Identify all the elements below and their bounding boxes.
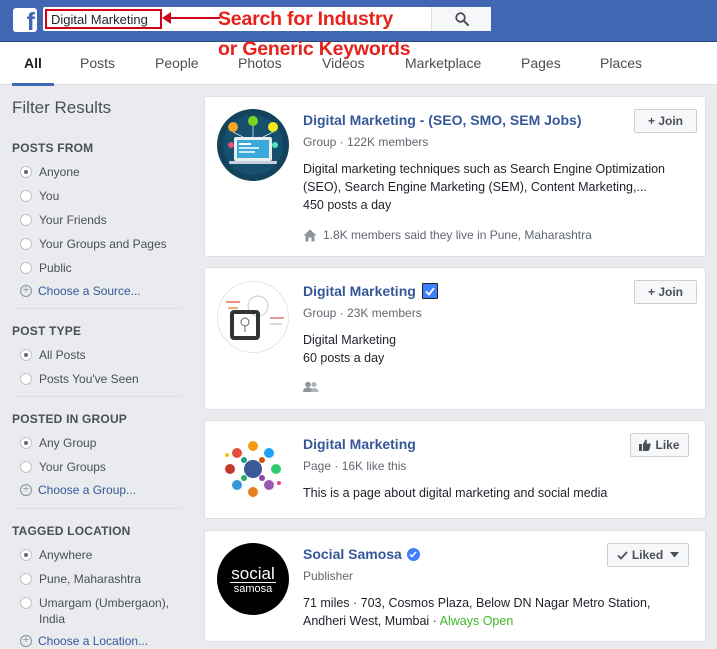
filter-option-anyone[interactable]: Anyone xyxy=(20,164,80,180)
search-icon xyxy=(454,12,469,26)
divider xyxy=(12,308,182,309)
join-group-button[interactable]: + Join xyxy=(634,280,697,304)
result-title-link[interactable]: Digital Marketing xyxy=(303,283,438,299)
join-group-button[interactable]: + Join xyxy=(634,109,697,133)
tagged-location-heading: TAGGED LOCATION xyxy=(12,524,131,538)
open-status: Always Open xyxy=(439,614,514,628)
verified-badge-icon xyxy=(406,547,420,561)
result-card: Digital Marketing - (SEO, SMO, SEM Jobs)… xyxy=(204,96,706,257)
result-title-link[interactable]: Digital Marketing - (SEO, SMO, SEM Jobs) xyxy=(303,112,581,128)
result-description: Digital marketing techniques such as Sea… xyxy=(303,162,665,212)
people-icon xyxy=(303,381,319,392)
radio-icon xyxy=(20,573,32,585)
search-button[interactable] xyxy=(431,7,491,31)
digital-marketing-laptop-icon xyxy=(217,109,289,181)
divider xyxy=(12,508,182,509)
choose-group-link[interactable]: + Choose a Group... xyxy=(20,483,136,497)
filter-title: Filter Results xyxy=(12,98,112,117)
choose-location-link[interactable]: + Choose a Location... xyxy=(20,634,148,648)
verified-check-icon xyxy=(421,283,438,299)
tab-places[interactable]: Places xyxy=(600,42,642,85)
posts-from-heading: POSTS FROM xyxy=(12,141,94,155)
home-icon xyxy=(303,229,317,241)
radio-icon xyxy=(20,238,32,250)
tab-all[interactable]: All xyxy=(12,42,54,86)
filter-option-your-groups-pages[interactable]: Your Groups and Pages xyxy=(20,236,167,252)
result-card: Digital Marketing Page · 16K like this T… xyxy=(204,420,706,519)
radio-icon xyxy=(20,461,32,473)
radio-selected-icon xyxy=(20,349,32,361)
choose-source-link[interactable]: + Choose a Source... xyxy=(20,284,141,298)
search-input[interactable] xyxy=(45,9,162,29)
filter-option-anywhere[interactable]: Anywhere xyxy=(20,547,92,563)
plus-circle-icon: + xyxy=(20,285,32,297)
radio-selected-icon xyxy=(20,166,32,178)
annotation-text: Search for Industry or Generic Keywords xyxy=(218,8,411,60)
filter-option-you[interactable]: You xyxy=(20,188,59,204)
result-description: 71 miles · 703, Cosmos Plaza, Below DN N… xyxy=(303,596,651,628)
social-media-icons-icon xyxy=(217,433,289,505)
annotation-arrow xyxy=(162,12,220,24)
result-meta: Page · 16K like this xyxy=(303,459,407,473)
plus-circle-icon: + xyxy=(20,484,32,496)
group-avatar[interactable] xyxy=(217,281,289,353)
filter-option-your-friends[interactable]: Your Friends xyxy=(20,212,107,228)
result-footer: 1.8K members said they live in Pune, Mah… xyxy=(303,228,592,242)
filter-option-any-group[interactable]: Any Group xyxy=(20,435,96,451)
social-samosa-logo-text: social samosa xyxy=(230,564,276,595)
plus-circle-icon: + xyxy=(20,635,32,647)
result-meta: Group · 23K members xyxy=(303,306,422,320)
digital-marketing-sketch-icon xyxy=(218,282,288,352)
like-page-button[interactable]: Like xyxy=(630,433,689,457)
result-footer xyxy=(303,381,319,393)
page-avatar[interactable] xyxy=(217,433,289,505)
radio-icon xyxy=(20,373,32,385)
filter-sidebar: Filter Results POSTS FROM Anyone You You… xyxy=(0,86,195,649)
result-meta: Group · 122K members xyxy=(303,135,429,149)
result-description: Digital Marketing 60 posts a day xyxy=(303,333,397,365)
radio-icon xyxy=(20,214,32,226)
divider xyxy=(12,396,182,397)
radio-icon xyxy=(20,262,32,274)
filter-option-posts-seen[interactable]: Posts You've Seen xyxy=(20,371,139,387)
result-meta: Publisher xyxy=(303,569,354,583)
result-card: Digital Marketing Group · 23K members Di… xyxy=(204,267,706,410)
group-avatar[interactable] xyxy=(217,109,289,181)
filter-option-your-groups[interactable]: Your Groups xyxy=(20,459,106,475)
liked-page-dropdown-button[interactable]: Liked xyxy=(607,543,689,567)
radio-icon xyxy=(20,597,32,609)
facebook-logo-icon[interactable]: f xyxy=(13,8,37,32)
result-title-link[interactable]: Digital Marketing xyxy=(303,436,416,452)
check-icon xyxy=(617,550,628,560)
thumbs-up-icon xyxy=(639,439,652,451)
tab-people[interactable]: People xyxy=(155,42,199,85)
caret-down-icon xyxy=(670,552,680,558)
filter-option-all-posts[interactable]: All Posts xyxy=(20,347,86,363)
tab-posts[interactable]: Posts xyxy=(80,42,115,85)
radio-selected-icon xyxy=(20,437,32,449)
page-avatar[interactable]: social samosa xyxy=(217,543,289,615)
result-card: social samosa Social Samosa Publisher 71… xyxy=(204,530,706,642)
result-description: This is a page about digital marketing a… xyxy=(303,486,608,500)
posted-in-group-heading: POSTED IN GROUP xyxy=(12,412,128,426)
filter-option-umargam[interactable]: Umargam (Umbergaon), India xyxy=(20,595,170,627)
tab-marketplace[interactable]: Marketplace xyxy=(405,42,481,85)
radio-icon xyxy=(20,190,32,202)
radio-selected-icon xyxy=(20,549,32,561)
filter-option-pune[interactable]: Pune, Maharashtra xyxy=(20,571,141,587)
result-title-link[interactable]: Social Samosa xyxy=(303,546,420,562)
filter-option-public[interactable]: Public xyxy=(20,260,72,276)
tab-pages[interactable]: Pages xyxy=(521,42,561,85)
post-type-heading: POST TYPE xyxy=(12,324,82,338)
